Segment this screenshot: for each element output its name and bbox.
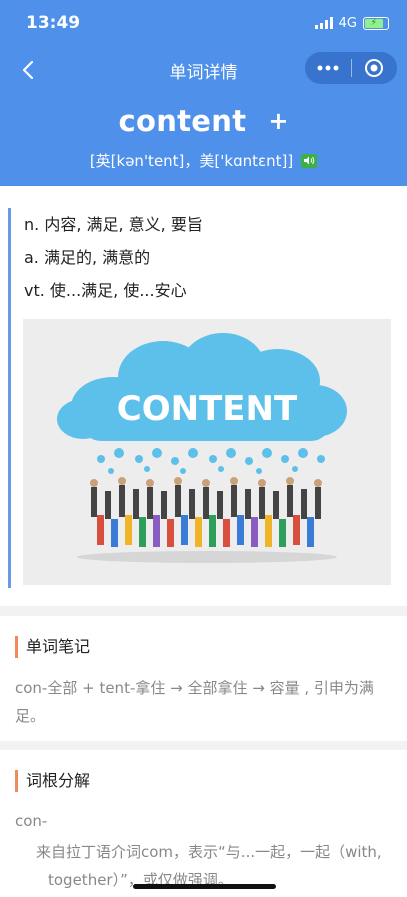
root-prefix: con- bbox=[15, 812, 48, 830]
definition-line: vt. 使...满足, 使...安心 bbox=[24, 281, 187, 300]
back-button[interactable] bbox=[14, 56, 42, 84]
note-title: 单词笔记 bbox=[15, 636, 90, 658]
word-illustration: CONTENT bbox=[23, 319, 391, 585]
speaker-icon bbox=[303, 156, 314, 165]
add-word-button[interactable]: + bbox=[268, 107, 288, 135]
word-text: content bbox=[118, 104, 247, 138]
close-miniprogram-button[interactable] bbox=[352, 52, 398, 84]
phonetic-text: [英[kən'tent]，美['kɑntɛnt]] bbox=[89, 152, 294, 170]
network-label: 4G bbox=[338, 15, 357, 31]
more-dots-icon bbox=[317, 65, 339, 71]
target-circle-icon bbox=[365, 59, 384, 77]
home-indicator bbox=[133, 884, 276, 889]
status-icons: 4G ⚡ bbox=[314, 15, 389, 31]
navbar: 单词详情 bbox=[0, 46, 407, 94]
miniprogram-capsule bbox=[305, 52, 397, 84]
chevron-left-icon bbox=[22, 60, 34, 80]
definition-block: n. 内容, 满足, 意义, 要旨 a. 满足的, 满意的 vt. 使...满足… bbox=[8, 208, 400, 588]
word-row: content + bbox=[0, 104, 407, 138]
content-cloud-illustration: CONTENT bbox=[23, 319, 391, 585]
battery-icon: ⚡ bbox=[363, 16, 389, 30]
word-note-card: 单词笔记 con-全部 + tent-拿住 → 全部拿住 → 容量 , 引申为满… bbox=[0, 616, 407, 741]
root-title: 词根分解 bbox=[15, 770, 90, 792]
definition-line: n. 内容, 满足, 意义, 要旨 bbox=[24, 215, 203, 234]
page-title: 单词详情 bbox=[169, 62, 238, 83]
note-text: con-全部 + tent-拿住 → 全部拿住 → 容量 , 引申为满足。 bbox=[15, 679, 374, 725]
illustration-word: CONTENT bbox=[117, 389, 298, 429]
header: 13:49 4G ⚡ 单词详情 content + [英[kən'tent]，美… bbox=[0, 0, 407, 186]
more-button[interactable] bbox=[305, 52, 351, 84]
root-analysis-card: 词根分解 con- 来自拉丁语介词com，表示“与...一起，一起（with, … bbox=[0, 750, 407, 897]
status-time: 13:49 bbox=[26, 13, 81, 33]
play-audio-button[interactable] bbox=[301, 153, 318, 168]
status-bar: 13:49 4G ⚡ bbox=[0, 0, 407, 46]
signal-icon bbox=[314, 17, 333, 29]
definition-card: n. 内容, 满足, 意义, 要旨 a. 满足的, 满意的 vt. 使...满足… bbox=[0, 186, 407, 606]
phonetic-row: [英[kən'tent]，美['kɑntɛnt]] bbox=[0, 150, 407, 171]
definition-line: a. 满足的, 满意的 bbox=[24, 248, 151, 267]
